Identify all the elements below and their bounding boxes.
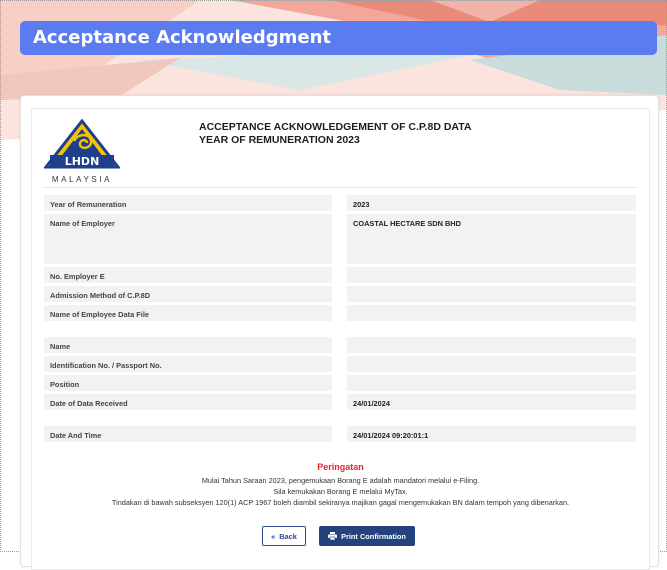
value-date-received: 24/01/2024 — [347, 394, 636, 410]
printer-icon — [328, 532, 338, 541]
label-name: Name — [44, 337, 332, 353]
lhdn-logo: LHDN MALAYSIA — [44, 119, 120, 185]
label-date-received: Date of Data Received — [44, 394, 332, 410]
label-employer-name: Name of Employer — [44, 214, 332, 264]
value-name — [347, 337, 636, 353]
value-admission-method — [347, 286, 636, 302]
value-date-time: 24/01/2024 09:20:01:1 — [347, 426, 636, 442]
document-heading-line1: ACCEPTANCE ACKNOWLEDGEMENT OF C.P.8D DAT… — [199, 121, 472, 133]
row-year: Year of Remuneration 2023 — [44, 195, 636, 211]
value-position — [347, 375, 636, 391]
acknowledgment-panel: LHDN MALAYSIA ACCEPTANCE ACKNOWLEDGEMENT… — [31, 108, 650, 570]
logo-text: LHDN — [65, 155, 100, 168]
page-title: Acceptance Acknowledgment — [20, 21, 657, 55]
row-id-no: Identification No. / Passport No. — [44, 356, 636, 372]
row-employer-no: No. Employer E — [44, 267, 636, 283]
row-admission-method: Admission Method of C.P.8D — [44, 286, 636, 302]
notice-line: Sila kemukakan Borang E melalui MyTax. — [273, 487, 408, 496]
notice-line: Tindakan di bawah subseksyen 120(1) ACP … — [111, 498, 570, 507]
value-employer-name: COASTAL HECTARE SDN BHD — [347, 214, 636, 264]
label-data-file: Name of Employee Data File — [44, 305, 332, 321]
label-year: Year of Remuneration — [44, 195, 332, 211]
double-chevron-left-icon: « — [271, 532, 276, 541]
value-employer-no — [347, 267, 636, 283]
notice: Peringatan Mulai Tahun Saraan 2023, peng… — [32, 462, 649, 508]
row-date-received: Date of Data Received 24/01/2024 — [44, 394, 636, 410]
document-heading: ACCEPTANCE ACKNOWLEDGEMENT OF C.P.8D DAT… — [199, 121, 471, 147]
label-position: Position — [44, 375, 332, 391]
back-button-label: Back — [279, 532, 297, 541]
label-id-no: Identification No. / Passport No. — [44, 356, 332, 372]
notice-title: Peringatan — [317, 462, 364, 472]
row-date-time: Date And Time 24/01/2024 09:20:01:1 — [44, 426, 636, 442]
notice-line: Mulai Tahun Saraan 2023, pengemukaan Bor… — [201, 476, 480, 485]
label-date-time: Date And Time — [44, 426, 332, 442]
print-confirmation-label: Print Confirmation — [341, 532, 406, 541]
row-employer-name: Name of Employer COASTAL HECTARE SDN BHD — [44, 214, 636, 264]
label-admission-method: Admission Method of C.P.8D — [44, 286, 332, 302]
divider — [44, 187, 636, 188]
acknowledgment-card: LHDN MALAYSIA ACCEPTANCE ACKNOWLEDGEMENT… — [20, 95, 659, 570]
document-heading-line2: YEAR OF REMUNERATION 2023 — [199, 134, 360, 146]
row-position: Position — [44, 375, 636, 391]
back-button[interactable]: «Back — [262, 526, 306, 546]
logo-country: MALAYSIA — [51, 175, 113, 184]
lhdn-logo-mark: LHDN — [44, 119, 120, 169]
print-confirmation-button[interactable]: Print Confirmation — [319, 526, 415, 546]
label-employer-no: No. Employer E — [44, 267, 332, 283]
row-data-file: Name of Employee Data File — [44, 305, 636, 321]
row-name: Name — [44, 337, 636, 353]
value-id-no — [347, 356, 636, 372]
value-year: 2023 — [347, 195, 636, 211]
value-data-file — [347, 305, 636, 321]
